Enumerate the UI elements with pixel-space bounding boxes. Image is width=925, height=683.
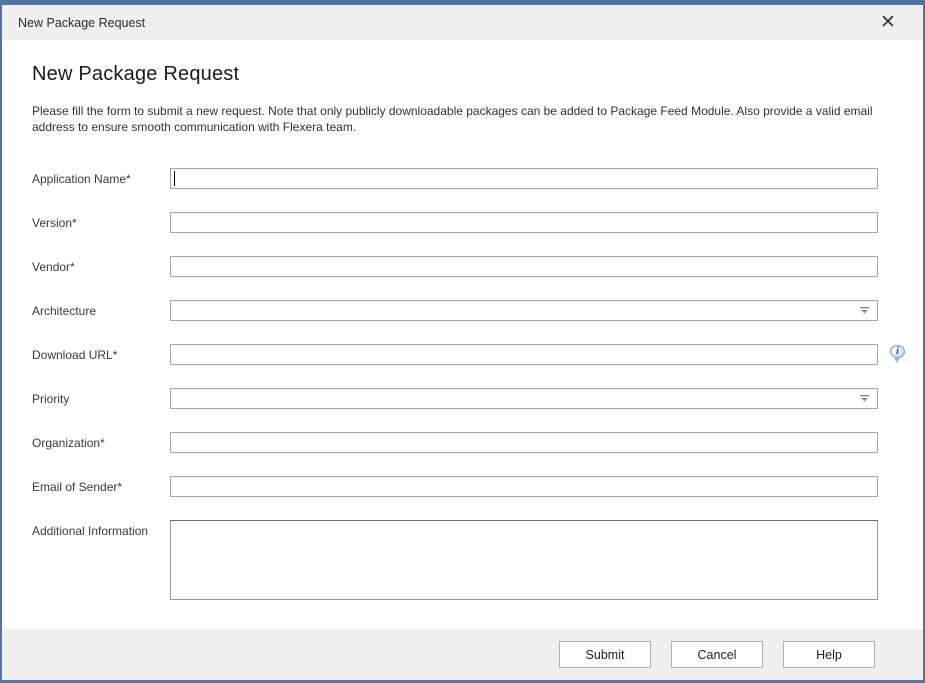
dialog-footer: Submit Cancel Help [2,629,923,680]
architecture-dropdown[interactable] [170,300,878,321]
version-input[interactable] [170,212,878,233]
additional-information-label: Additional Information [32,520,170,538]
download-url-label: Download URL* [32,348,170,362]
priority-dropdown[interactable] [170,388,878,409]
download-url-input[interactable] [170,344,878,365]
architecture-control [170,300,878,321]
email-of-sender-control [170,476,878,497]
form-row-organization: Organization* [32,432,893,453]
chevron-down-icon [860,395,869,402]
additional-information-control [170,520,878,600]
application-name-input[interactable] [170,168,878,189]
additional-information-textarea[interactable] [170,520,878,600]
organization-control [170,432,878,453]
chevron-down-icon [860,307,869,314]
application-name-label: Application Name* [32,172,170,186]
application-name-control [170,168,878,189]
vendor-control [170,256,878,277]
form-row-additional-information: Additional Information [32,520,893,600]
form-row-email-of-sender: Email of Sender* [32,476,893,497]
form-row-vendor: Vendor* [32,256,893,277]
help-button[interactable]: Help [783,641,875,668]
organization-label: Organization* [32,436,170,450]
email-of-sender-label: Email of Sender* [32,480,170,494]
form-row-application-name: Application Name* [32,168,893,189]
info-icon-glyph: i [890,345,905,358]
close-icon[interactable]: ✕ [875,10,901,36]
new-package-request-dialog: New Package Request ✕ New Package Reques… [0,0,925,683]
vendor-input[interactable] [170,256,878,277]
form-row-version: Version* [32,212,893,233]
version-label: Version* [32,216,170,230]
priority-control [170,388,878,409]
form-row-download-url: Download URL* i [32,344,893,365]
priority-label: Priority [32,392,170,406]
dialog-titlebar: New Package Request ✕ [2,5,923,40]
download-url-control: i [170,344,878,365]
email-of-sender-input[interactable] [170,476,878,497]
version-control [170,212,878,233]
organization-input[interactable] [170,432,878,453]
dialog-titlebar-text: New Package Request [18,16,145,30]
vendor-label: Vendor* [32,260,170,274]
form-row-architecture: Architecture [32,300,893,321]
architecture-label: Architecture [32,304,170,318]
info-icon-tail [894,358,900,363]
request-form: Application Name* Version* Vendor* [32,168,893,600]
info-icon[interactable]: i [890,345,906,359]
form-row-priority: Priority [32,388,893,409]
submit-button[interactable]: Submit [559,641,651,668]
dialog-content: New Package Request Please fill the form… [2,40,923,629]
page-description: Please fill the form to submit a new req… [32,103,893,135]
page-title: New Package Request [32,63,893,86]
cancel-button[interactable]: Cancel [671,641,763,668]
